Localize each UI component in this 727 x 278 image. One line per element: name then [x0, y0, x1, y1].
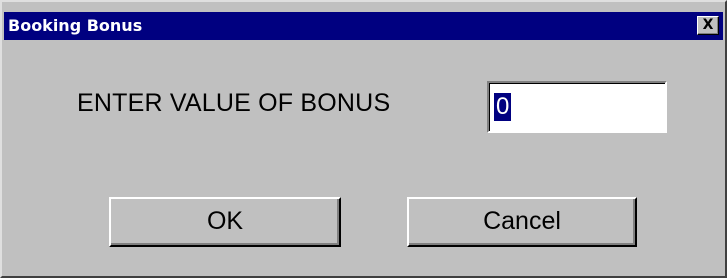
- bonus-prompt-label: ENTER VALUE OF BONUS: [77, 89, 391, 117]
- close-icon: X: [702, 17, 714, 33]
- booking-bonus-dialog: Booking Bonus X ENTER VALUE OF BONUS 0 O…: [0, 0, 727, 278]
- bonus-value-input[interactable]: 0: [487, 81, 667, 133]
- ok-button[interactable]: OK: [109, 197, 341, 247]
- window-title: Booking Bonus: [8, 16, 143, 35]
- close-button[interactable]: X: [697, 16, 719, 35]
- bonus-value-selected-text[interactable]: 0: [494, 93, 512, 121]
- title-bar[interactable]: Booking Bonus X: [4, 12, 723, 40]
- cancel-button[interactable]: Cancel: [407, 197, 637, 247]
